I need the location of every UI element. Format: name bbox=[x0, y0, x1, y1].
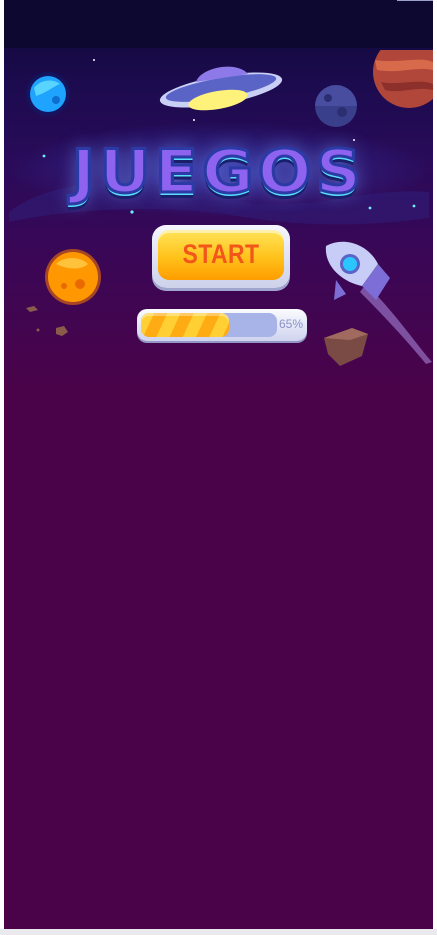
bottom-edge bbox=[0, 929, 437, 935]
red-planet-icon bbox=[373, 50, 433, 108]
ufo-icon bbox=[159, 66, 283, 111]
asteroid-icon bbox=[324, 328, 368, 366]
progress-track bbox=[141, 313, 277, 337]
space-debris bbox=[26, 306, 68, 336]
game-screen: JUEGOS START 65% bbox=[4, 0, 433, 929]
start-button[interactable]: START bbox=[152, 225, 290, 288]
loading-progress-bar: 65% bbox=[137, 309, 307, 341]
progress-fill bbox=[141, 313, 229, 337]
start-button-face: START bbox=[158, 230, 284, 280]
moon-icon bbox=[315, 85, 357, 127]
title-banner: JUEGOS bbox=[4, 135, 433, 215]
progress-percent: 65% bbox=[279, 317, 304, 331]
blue-planet-icon bbox=[26, 72, 70, 116]
orange-planet-icon bbox=[45, 249, 101, 305]
game-title: JUEGOS bbox=[70, 136, 366, 209]
start-button-label: START bbox=[182, 239, 260, 269]
